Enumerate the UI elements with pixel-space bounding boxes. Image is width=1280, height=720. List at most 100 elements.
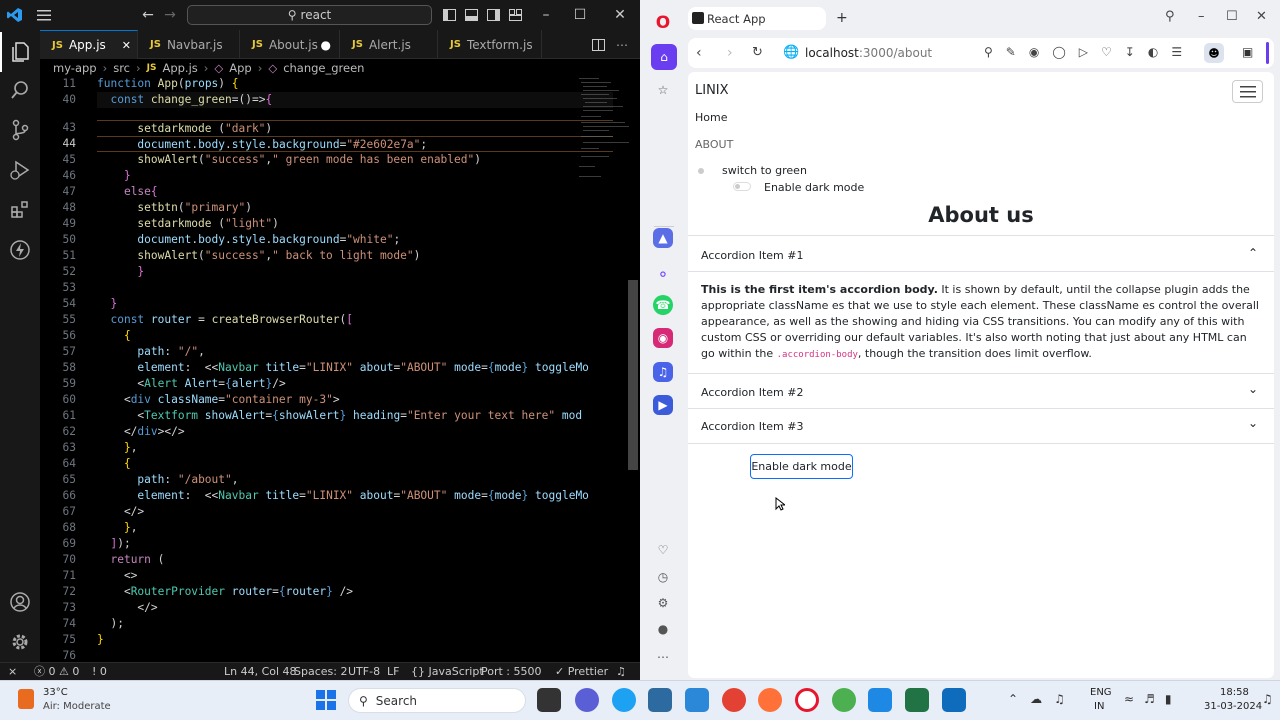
editor-scrollbar[interactable]: [628, 280, 638, 470]
split-editor-icon[interactable]: [588, 30, 608, 59]
tab-alert-js[interactable]: JS Alert.js: [340, 30, 438, 59]
remote-icon[interactable]: ⨯: [8, 663, 17, 680]
tab-about-js[interactable]: JS About.js ●: [240, 30, 340, 59]
toggle-panel-icon[interactable]: [463, 0, 479, 30]
tray-expand-icon[interactable]: ⌃: [1008, 692, 1030, 706]
snipping-tool-icon[interactable]: [942, 688, 966, 712]
play-icon[interactable]: ▷: [1079, 45, 1101, 59]
opera-logo-icon[interactable]: O: [651, 11, 675, 35]
music-player-icon[interactable]: ♫: [653, 362, 673, 382]
live-share-icon[interactable]: [0, 230, 40, 270]
command-center-search[interactable]: ⚲ react: [187, 5, 432, 25]
breadcrumb-item[interactable]: change_green: [283, 61, 364, 75]
mail-icon[interactable]: [685, 688, 709, 712]
enable-dark-mode-button[interactable]: Enable dark mode: [750, 454, 853, 479]
easy-setup-icon[interactable]: ◐: [1148, 45, 1171, 59]
ports-status[interactable]: ! 0: [92, 663, 107, 680]
search-icon[interactable]: [0, 70, 40, 110]
onedrive-icon[interactable]: ☁: [1030, 692, 1054, 706]
browser-tab[interactable]: React App: [688, 7, 826, 30]
extensions-cube-icon[interactable]: ▣: [1242, 45, 1253, 59]
breadcrumb-item[interactable]: src: [113, 61, 130, 75]
settings-gear-icon[interactable]: [0, 622, 40, 662]
source-control-icon[interactable]: [0, 110, 40, 150]
mic-icon[interactable]: ♫: [1054, 692, 1077, 706]
extensions-icon[interactable]: [0, 190, 40, 230]
home-icon[interactable]: ⌂: [651, 44, 677, 70]
close-tab-icon[interactable]: ✕: [122, 39, 131, 52]
nav-link-home[interactable]: Home: [695, 111, 727, 124]
pin-icon[interactable]: ☆: [651, 78, 675, 102]
menu-icon[interactable]: ☰: [1171, 45, 1195, 59]
breadcrumb-item[interactable]: App: [229, 61, 251, 75]
chrome-icon[interactable]: [722, 688, 746, 712]
aria-ai-icon[interactable]: ▲: [653, 228, 673, 248]
start-windows-icon[interactable]: [316, 690, 336, 714]
weather-desc[interactable]: Air: Moderate: [43, 701, 111, 712]
new-tab-icon[interactable]: +: [836, 10, 848, 26]
chrome-profile-icon[interactable]: [832, 688, 856, 712]
history-clock-icon[interactable]: ◷: [651, 565, 675, 589]
close-window-icon[interactable]: ✕: [610, 0, 630, 30]
teams-chat-icon[interactable]: [575, 688, 599, 712]
reload-icon[interactable]: ↻: [752, 45, 763, 60]
tab-navbar-js[interactable]: JS Navbar.js: [138, 30, 240, 59]
forward-arrow-icon[interactable]: →: [162, 0, 178, 30]
tab-textform-js[interactable]: JS Textform.js: [438, 30, 542, 59]
messenger-icon[interactable]: ⚬: [651, 262, 675, 286]
accordion-item-2-header[interactable]: Accordion Item #2 ⌄: [688, 373, 1274, 409]
shield-icon[interactable]: ◯: [1052, 45, 1078, 59]
store-icon[interactable]: [648, 688, 672, 712]
weather-temp[interactable]: 33°C: [43, 687, 68, 698]
edit-icon[interactable]: ✎: [1006, 45, 1029, 59]
more-icon[interactable]: ⋯: [651, 645, 675, 669]
eol-status[interactable]: LF: [387, 663, 399, 680]
language-mode[interactable]: {} JavaScript: [411, 663, 484, 680]
vscode-taskbar-icon[interactable]: [868, 688, 892, 712]
explorer-icon[interactable]: [0, 32, 40, 72]
menu-icon[interactable]: [34, 0, 54, 30]
customize-layout-icon[interactable]: [507, 0, 523, 30]
indentation-status[interactable]: Spaces: 2: [294, 663, 347, 680]
tips-bulb-icon[interactable]: ●: [651, 617, 675, 641]
notepad-icon[interactable]: [905, 688, 929, 712]
search-icon[interactable]: ⚲: [984, 45, 1006, 59]
toggle-sidebar-icon[interactable]: [441, 0, 457, 30]
edge-icon[interactable]: [612, 688, 636, 712]
live-server-port[interactable]: Port : 5500: [481, 663, 542, 680]
whatsapp-icon[interactable]: ☎: [653, 295, 673, 315]
url-field[interactable]: localhost:3000/about: [805, 46, 932, 60]
profile-icon[interactable]: ☻: [1204, 43, 1224, 63]
maximize-icon[interactable]: ☐: [572, 0, 588, 30]
weather-icon[interactable]: [18, 689, 34, 709]
more-actions-icon[interactable]: ⋯: [612, 30, 632, 59]
instagram-icon[interactable]: ◉: [653, 328, 673, 348]
download-icon[interactable]: ↧: [1125, 45, 1148, 59]
prettier-status[interactable]: ✓ Prettier: [555, 663, 608, 680]
green-switch-toggle[interactable]: [698, 168, 704, 174]
encoding-status[interactable]: UTF-8: [348, 663, 380, 680]
clock-date[interactable]: 31-03-2024: [1204, 701, 1262, 712]
breadcrumb-item[interactable]: App.js: [162, 61, 197, 75]
camera-icon[interactable]: ◉: [1029, 45, 1052, 59]
dark-mode-switch-toggle[interactable]: [733, 182, 751, 191]
run-debug-icon[interactable]: [0, 150, 40, 190]
nav-link-about[interactable]: ABOUT: [695, 138, 733, 151]
site-info-globe-icon[interactable]: 🌐: [783, 45, 799, 60]
problems-status[interactable]: ⓧ 0 ⚠ 0: [34, 663, 79, 680]
player-icon[interactable]: ▶: [653, 395, 673, 415]
accordion-item-1-header[interactable]: Accordion Item #1 ⌃: [688, 235, 1274, 272]
back-arrow-icon[interactable]: ←: [140, 0, 156, 30]
language-region[interactable]: IN: [1094, 701, 1104, 712]
settings-gear-icon[interactable]: ⚙: [651, 591, 675, 615]
minimap[interactable]: [577, 76, 631, 186]
navbar-brand[interactable]: LINIX: [695, 83, 729, 98]
search-tabs-icon[interactable]: ⚲: [1165, 9, 1175, 24]
maximize-icon[interactable]: ☐: [1226, 9, 1238, 24]
notifications-bell-icon[interactable]: ♫: [616, 663, 626, 680]
taskbar-search-box[interactable]: ⚲ Search: [348, 688, 526, 713]
back-icon[interactable]: ‹: [696, 45, 702, 61]
language-indicator[interactable]: ENG: [1090, 687, 1112, 698]
accordion-item-3-header[interactable]: Accordion Item #3 ⌄: [688, 409, 1274, 444]
close-window-icon[interactable]: ✕: [1256, 9, 1267, 24]
